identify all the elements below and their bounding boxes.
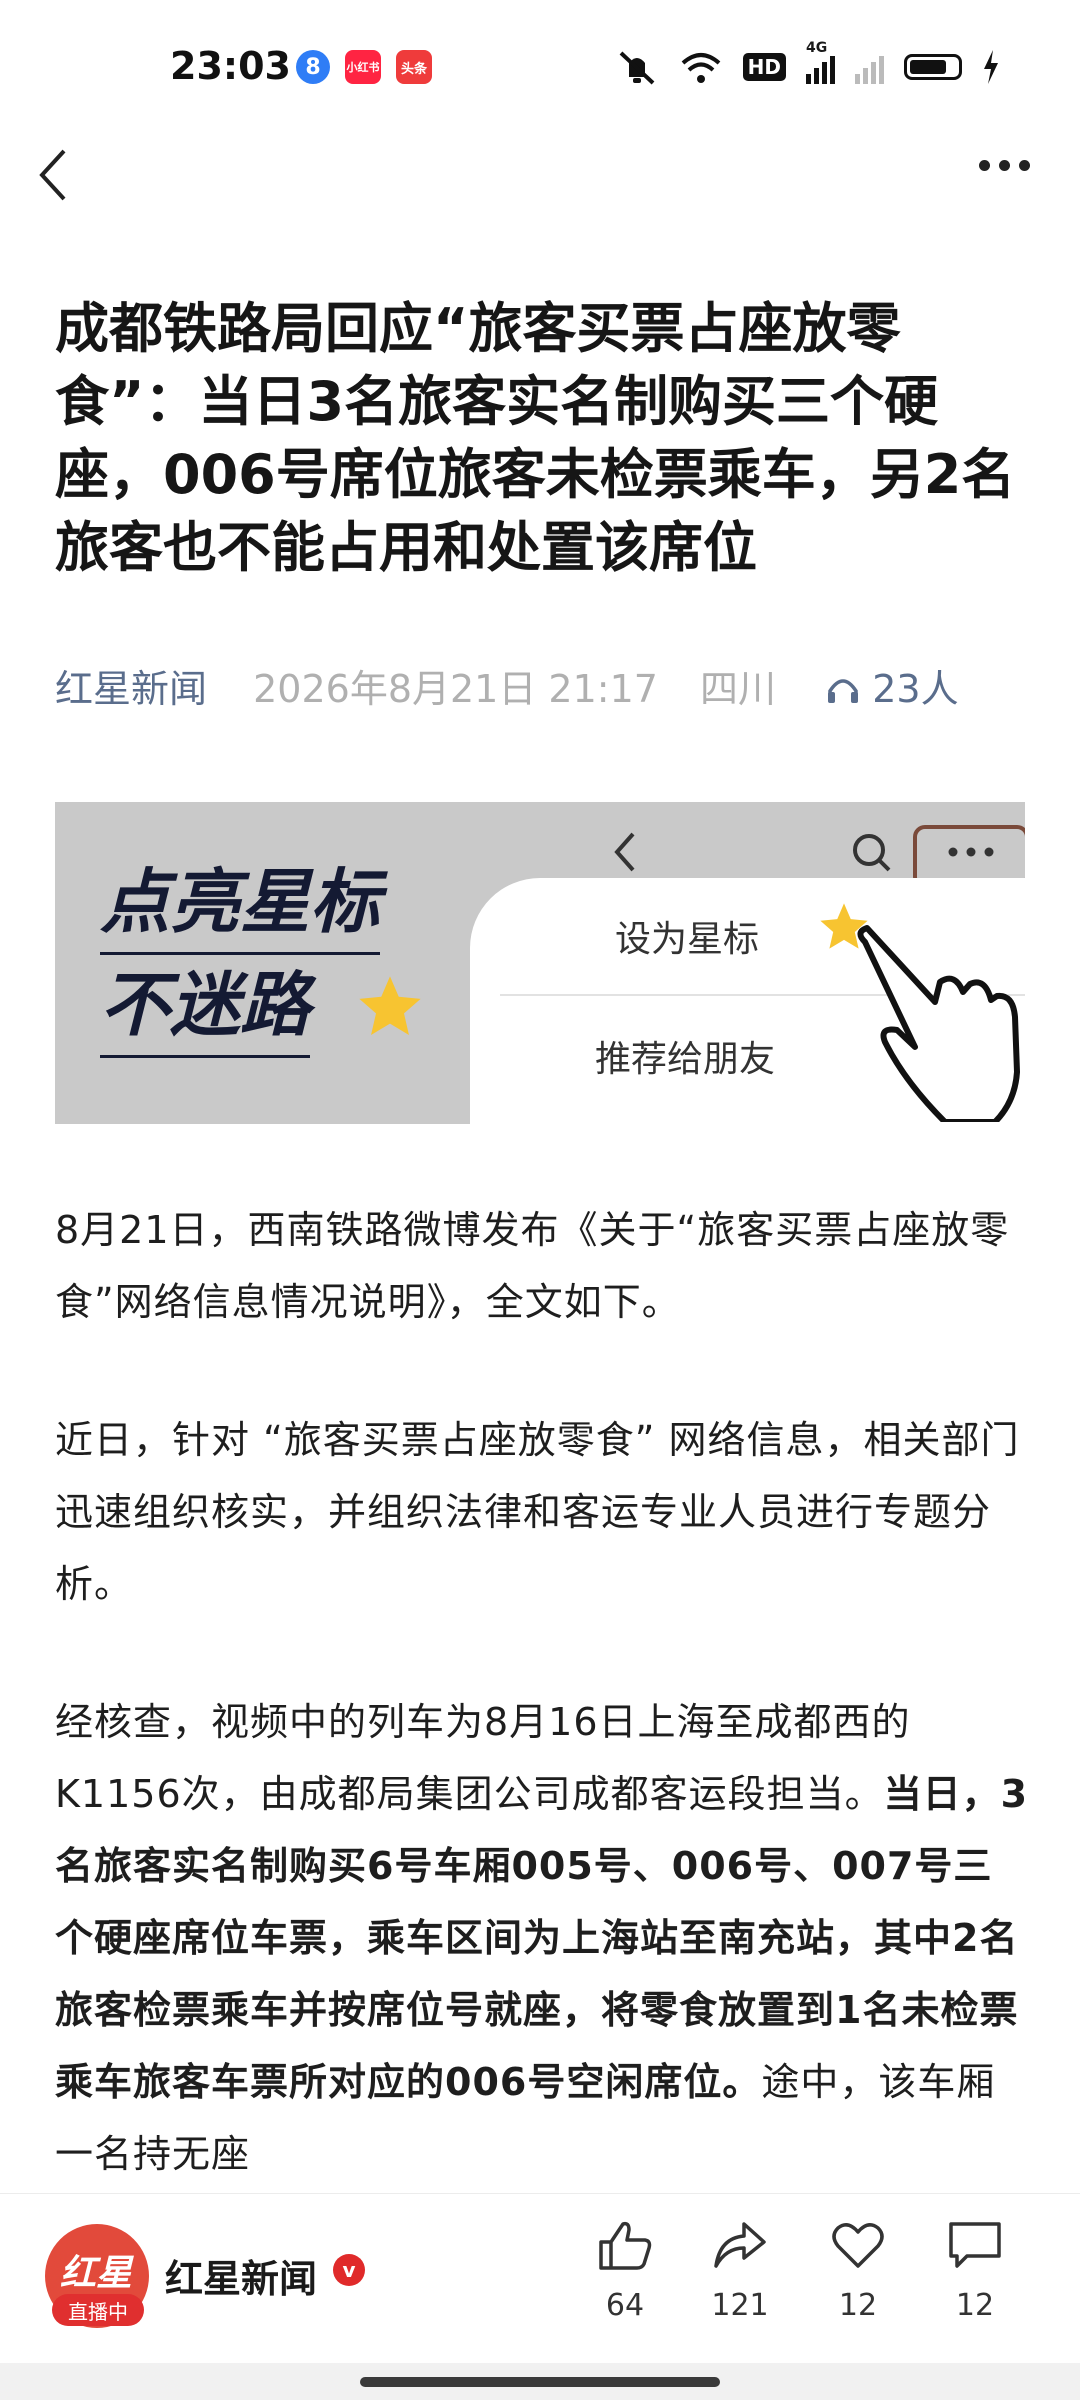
status-time: 23:03 — [170, 44, 291, 88]
banner-slogan-line2: 不迷路 — [100, 955, 310, 1058]
avatar-logo-text: 红星 — [60, 2253, 133, 2294]
favorite-count: 12 — [838, 2288, 878, 2323]
like-button[interactable]: 64 — [575, 2220, 675, 2323]
article-meta: 红星新闻 2026年8月21日 21:17 四川 23人 — [55, 658, 959, 713]
favorite-button[interactable]: 12 — [808, 2220, 908, 2323]
share-button[interactable]: 121 — [690, 2220, 790, 2323]
heart-icon — [832, 2223, 884, 2268]
system-nav-bar — [0, 2363, 1080, 2400]
app-badge-xiaohongshu: 小红书 — [345, 50, 381, 84]
article-region: 四川 — [700, 667, 777, 711]
more-options-icon[interactable] — [979, 160, 1030, 171]
article-paragraph-3: 经核查，视频中的列车为8月16日上海至成都西的K1156次，由成都局集团公司成都… — [55, 1686, 1030, 2190]
headphones-icon — [828, 679, 859, 703]
listen-count[interactable]: 23人 — [826, 667, 959, 711]
article-paragraph-2: 近日，针对 “旅客买票占座放零食” 网络信息，相关部门迅速组织核实，并组织法律和… — [55, 1418, 1020, 1606]
pointing-hand-icon — [857, 925, 1020, 1122]
app-badge-8: 8 — [296, 50, 330, 84]
home-indicator[interactable] — [360, 2377, 720, 2387]
mute-icon — [619, 51, 655, 85]
star-banner-image: 点亮星标 不迷路 设为星标 推荐给朋友 — [55, 802, 1025, 1124]
article-paragraph-1: 8月21日，西南铁路微博发布《关于“旅客买票占座放零食”网络信息情况说明》，全文… — [55, 1208, 1010, 1324]
bottom-action-bar: 红星 直播中 红星新闻 v 64 121 12 12 — [0, 2193, 1080, 2364]
banner-slogan-line1: 点亮星标 — [100, 852, 380, 955]
banner-menu-set-star: 设为星标 — [615, 919, 760, 960]
share-count: 121 — [711, 2288, 769, 2323]
back-arrow-icon[interactable] — [38, 145, 68, 205]
comment-button[interactable]: 12 — [925, 2220, 1025, 2323]
banner-menu-recommend: 推荐给朋友 — [595, 1039, 776, 1080]
star-icon — [359, 976, 421, 1035]
signal-icon-2 — [855, 50, 884, 84]
listen-count-value: 23人 — [872, 667, 959, 711]
account-name[interactable]: 红星新闻 — [165, 2248, 317, 2303]
wifi-icon — [681, 53, 720, 83]
hd-icon: HD — [742, 53, 786, 81]
status-icons: HD 4G — [615, 40, 1000, 88]
battery-icon — [904, 54, 962, 80]
signal-icon-1: 4G — [806, 40, 835, 84]
article-datetime: 2026年8月21日 21:17 — [253, 667, 658, 711]
banner-slogan: 点亮星标 不迷路 — [100, 852, 380, 1058]
like-count: 64 — [605, 2288, 645, 2323]
article-source[interactable]: 红星新闻 — [55, 667, 207, 711]
live-badge[interactable]: 直播中 — [52, 2294, 144, 2326]
status-bar: 23:03 8 小红书 头条 HD 4G — [0, 0, 1080, 135]
comment-count: 12 — [955, 2288, 995, 2323]
article-title: 成都铁路局回应“旅客买票占座放零食”：当日3名旅客实名制购买三个硬座，006号席… — [55, 297, 1016, 579]
thumbs-up-icon — [599, 2221, 652, 2270]
charging-icon — [984, 50, 998, 84]
signal-label: 4G — [806, 40, 828, 56]
app-badge-toutiao: 头条 — [396, 50, 432, 84]
paragraph-3-text: 经核查，视频中的列车为8月16日上海至成都西的K1156次，由成都局集团公司成都… — [55, 1700, 911, 1816]
paragraph-3-bold-text: 当日，3名旅客实名制购买6号车厢005号、006号、007号三个硬座席位车票，乘… — [55, 1772, 1029, 2104]
banner-topbar — [614, 825, 1025, 882]
verified-icon: v — [333, 2254, 365, 2286]
comment-icon — [949, 2222, 1001, 2268]
share-icon — [714, 2222, 766, 2268]
